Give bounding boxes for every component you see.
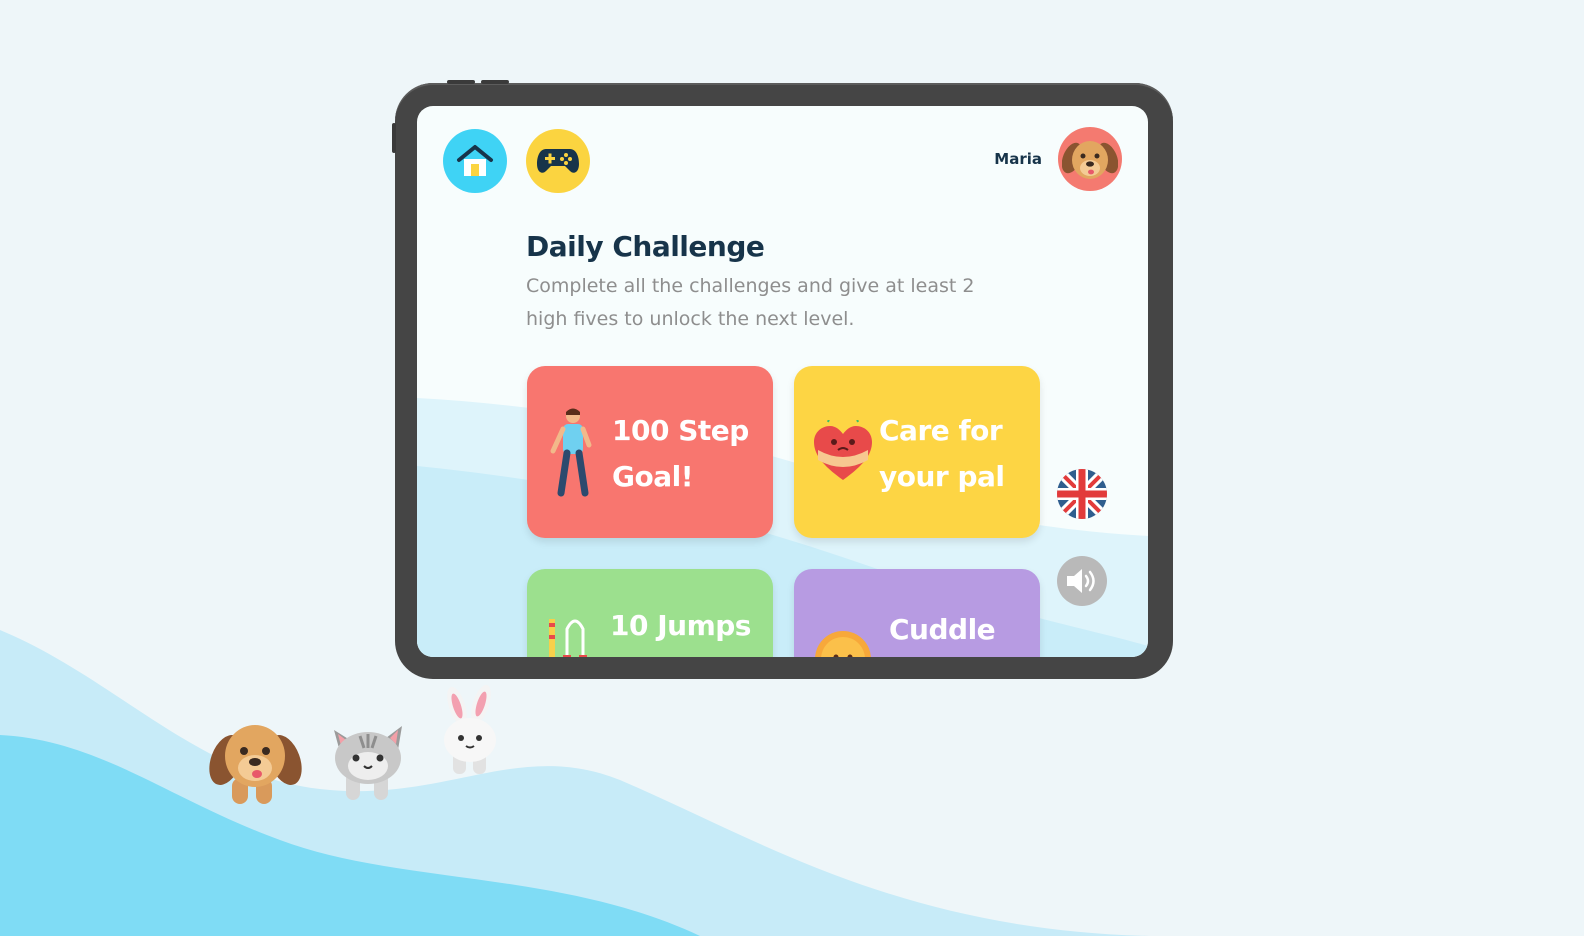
username-label: Maria [994,150,1042,168]
page-description: Complete all the challenges and give at … [526,275,975,330]
gamepad-icon [537,149,579,173]
dog-mascot [209,725,302,804]
sound-button[interactable] [1057,556,1107,606]
challenge-card-jumps[interactable]: 10 Jumps [527,569,773,657]
tablet-power-button [392,123,396,153]
hugging-heart-icon [814,420,872,480]
language-button[interactable] [1057,469,1107,519]
tablet-volume-button [447,80,475,84]
page-title: Daily Challenge [526,230,765,263]
house-icon [457,145,493,176]
challenge-card-label: Care for your pal [879,414,1005,493]
tablet-device: Maria Daily Challenge Complete all the c… [392,80,1173,679]
avatar-button[interactable] [1058,127,1122,191]
dog-avatar-icon [1062,141,1118,179]
home-button[interactable] [443,129,507,193]
bunny-mascot [444,684,496,774]
app-screen: Maria Daily Challenge Complete all the c… [417,106,1148,657]
games-button[interactable] [526,129,590,193]
challenge-card-steps[interactable]: 100 Step Goal! [527,366,773,538]
speaker-icon [1067,569,1095,593]
challenge-card-label: 10 Jumps [610,609,751,642]
cuddle-face-icon [815,631,871,657]
jump-rope-icon [549,619,587,657]
challenge-card-cuddle[interactable]: Cuddle [794,569,1040,657]
challenge-card-label: 100 Step Goal! [612,414,749,493]
walking-person-icon [550,408,592,497]
uk-flag-icon [1057,469,1107,519]
challenge-card-care[interactable]: Care for your pal [794,366,1040,538]
tablet-volume-button [481,80,509,84]
cat-mascot [334,726,402,800]
challenge-card-label: Cuddle [889,613,996,646]
